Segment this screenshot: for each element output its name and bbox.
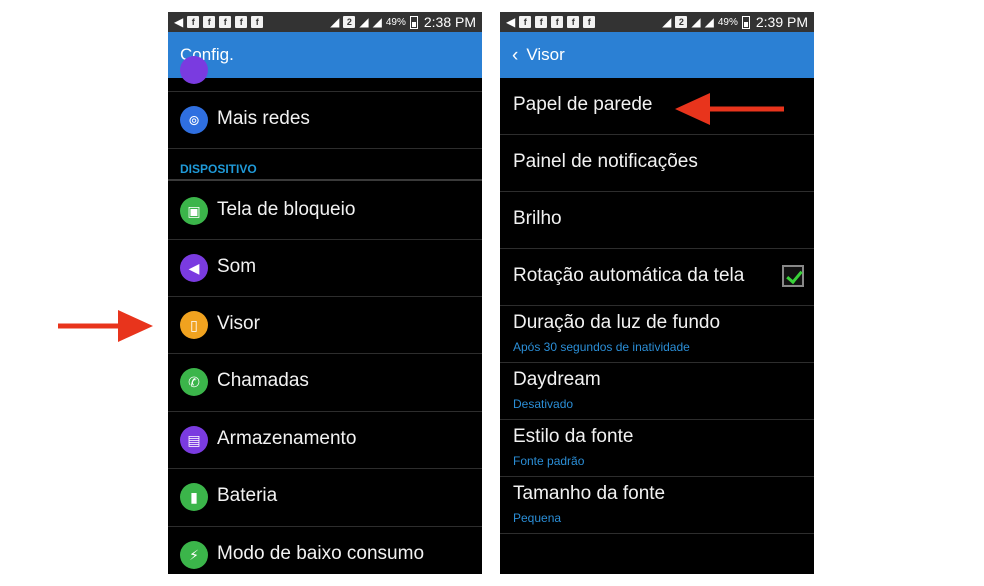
list-item-label: Mais redes xyxy=(217,108,310,129)
list-item-title: Papel de parede xyxy=(513,94,653,115)
list-item-title: Tamanho da fonte xyxy=(513,483,666,504)
facebook-notification-icon: f xyxy=(551,16,564,28)
list-item-rotacao-automatica[interactable]: Rotação automática da tela xyxy=(500,249,814,306)
display-icon: ▯ xyxy=(180,311,208,339)
facebook-notification-icon: f xyxy=(567,16,580,28)
battery-icon: ▮ xyxy=(180,483,208,511)
facebook-notification-icon: f xyxy=(535,16,548,28)
list-item-painel-notificacoes[interactable]: Painel de notificações xyxy=(500,135,814,192)
page-title: Visor xyxy=(526,45,565,64)
list-item-brilho[interactable]: Brilho xyxy=(500,192,814,249)
list-item-tamanho-fonte[interactable]: Tamanho da fonte Pequena xyxy=(500,477,814,534)
list-item-title: Daydream xyxy=(513,369,601,390)
list-item-duracao-luz-fundo[interactable]: Duração da luz de fundo Após 30 segundos… xyxy=(500,306,814,363)
sim-badge: 2 xyxy=(675,16,688,28)
list-item-title: Painel de notificações xyxy=(513,151,698,172)
list-item-subtitle: Após 30 segundos de inatividade xyxy=(513,340,690,354)
list-item-label: Armazenamento xyxy=(217,428,357,449)
facebook-notification-icon: f xyxy=(219,16,232,28)
list-item-bateria[interactable]: ▮ Bateria xyxy=(168,469,482,527)
annotation-arrow-left-icon xyxy=(675,93,784,125)
speaker-icon: ◀ xyxy=(180,254,208,282)
visor-settings-list: Papel de parede Painel de notificações B… xyxy=(500,78,814,574)
battery-icon xyxy=(741,15,750,29)
status-bar: ◀ f f f f f ◢ 2 ◢ ◢ 49% 2:39 PM xyxy=(500,12,814,32)
signal-icon: ◢ xyxy=(691,15,701,29)
signal-icon: ◢ xyxy=(372,15,382,29)
list-item-label: Visor xyxy=(217,313,260,334)
phone-icon: ✆ xyxy=(180,368,208,396)
list-item-tela-de-bloqueio[interactable]: ▣ Tela de bloqueio xyxy=(168,181,482,240)
back-arrow-notification-icon: ◀ xyxy=(174,15,184,29)
list-item-title: Brilho xyxy=(513,208,562,229)
signal-icon: ◢ xyxy=(359,15,369,29)
signal-icon: ◢ xyxy=(704,15,714,29)
list-item-estilo-fonte[interactable]: Estilo da fonte Fonte padrão xyxy=(500,420,814,477)
clock: 2:38 PM xyxy=(423,14,476,30)
battery-percent: 49% xyxy=(717,16,738,28)
phone-screen-settings: ◀ f f f f f ◢ 2 ◢ ◢ 49% 2:38 PM Config. … xyxy=(168,12,482,574)
storage-icon: ▤ xyxy=(180,426,208,454)
battery-icon xyxy=(409,15,418,29)
list-item-label: Tela de bloqueio xyxy=(217,199,356,220)
list-item-visor[interactable]: ▯ Visor xyxy=(168,297,482,354)
facebook-notification-icon: f xyxy=(235,16,248,28)
list-item-title: Duração da luz de fundo xyxy=(513,312,721,333)
power-saving-icon: ⚡ xyxy=(180,541,208,569)
list-item-partial[interactable] xyxy=(168,56,482,92)
list-item-subtitle: Fonte padrão xyxy=(513,454,585,468)
list-item-subtitle: Pequena xyxy=(513,511,562,525)
list-item-title: Estilo da fonte xyxy=(513,426,634,447)
back-chevron-icon[interactable]: ‹ xyxy=(512,46,518,65)
action-bar[interactable]: ‹ Visor xyxy=(500,32,814,78)
network-icon: ⊚ xyxy=(180,106,208,134)
lock-screen-icon: ▣ xyxy=(180,197,208,225)
facebook-notification-icon: f xyxy=(583,16,596,28)
list-item-chamadas[interactable]: ✆ Chamadas xyxy=(168,354,482,412)
facebook-notification-icon: f xyxy=(519,16,532,28)
settings-list: ⊚ Mais redes DISPOSITIVO ▣ Tela de bloqu… xyxy=(168,56,482,574)
list-item-title: Rotação automática da tela xyxy=(513,265,745,286)
facebook-notification-icon: f xyxy=(187,16,200,28)
list-item-label: Chamadas xyxy=(217,370,309,391)
list-item-daydream[interactable]: Daydream Desativado xyxy=(500,363,814,420)
sim-badge: 2 xyxy=(343,16,356,28)
wifi-icon: ◢ xyxy=(330,15,340,29)
partial-icon xyxy=(180,56,208,84)
list-item-label: Modo de baixo consumo xyxy=(217,543,425,564)
list-item-label: Bateria xyxy=(217,485,278,506)
section-header: DISPOSITIVO xyxy=(180,162,257,176)
clock: 2:39 PM xyxy=(755,14,808,30)
list-item-som[interactable]: ◀ Som xyxy=(168,240,482,297)
list-item-armazenamento[interactable]: ▤ Armazenamento xyxy=(168,412,482,469)
facebook-notification-icon: f xyxy=(203,16,216,28)
list-item-modo-baixo-consumo[interactable]: ⚡ Modo de baixo consumo xyxy=(168,527,482,574)
annotation-arrow-right-icon xyxy=(58,310,153,342)
facebook-notification-icon: f xyxy=(251,16,264,28)
list-item-mais-redes[interactable]: ⊚ Mais redes xyxy=(168,92,482,149)
battery-percent: 49% xyxy=(385,16,406,28)
back-arrow-notification-icon: ◀ xyxy=(506,15,516,29)
list-item-label: Som xyxy=(217,256,257,277)
wifi-icon: ◢ xyxy=(662,15,672,29)
list-item-subtitle: Desativado xyxy=(513,397,574,411)
status-bar: ◀ f f f f f ◢ 2 ◢ ◢ 49% 2:38 PM xyxy=(168,12,482,32)
auto-rotate-checkbox[interactable] xyxy=(782,265,804,287)
